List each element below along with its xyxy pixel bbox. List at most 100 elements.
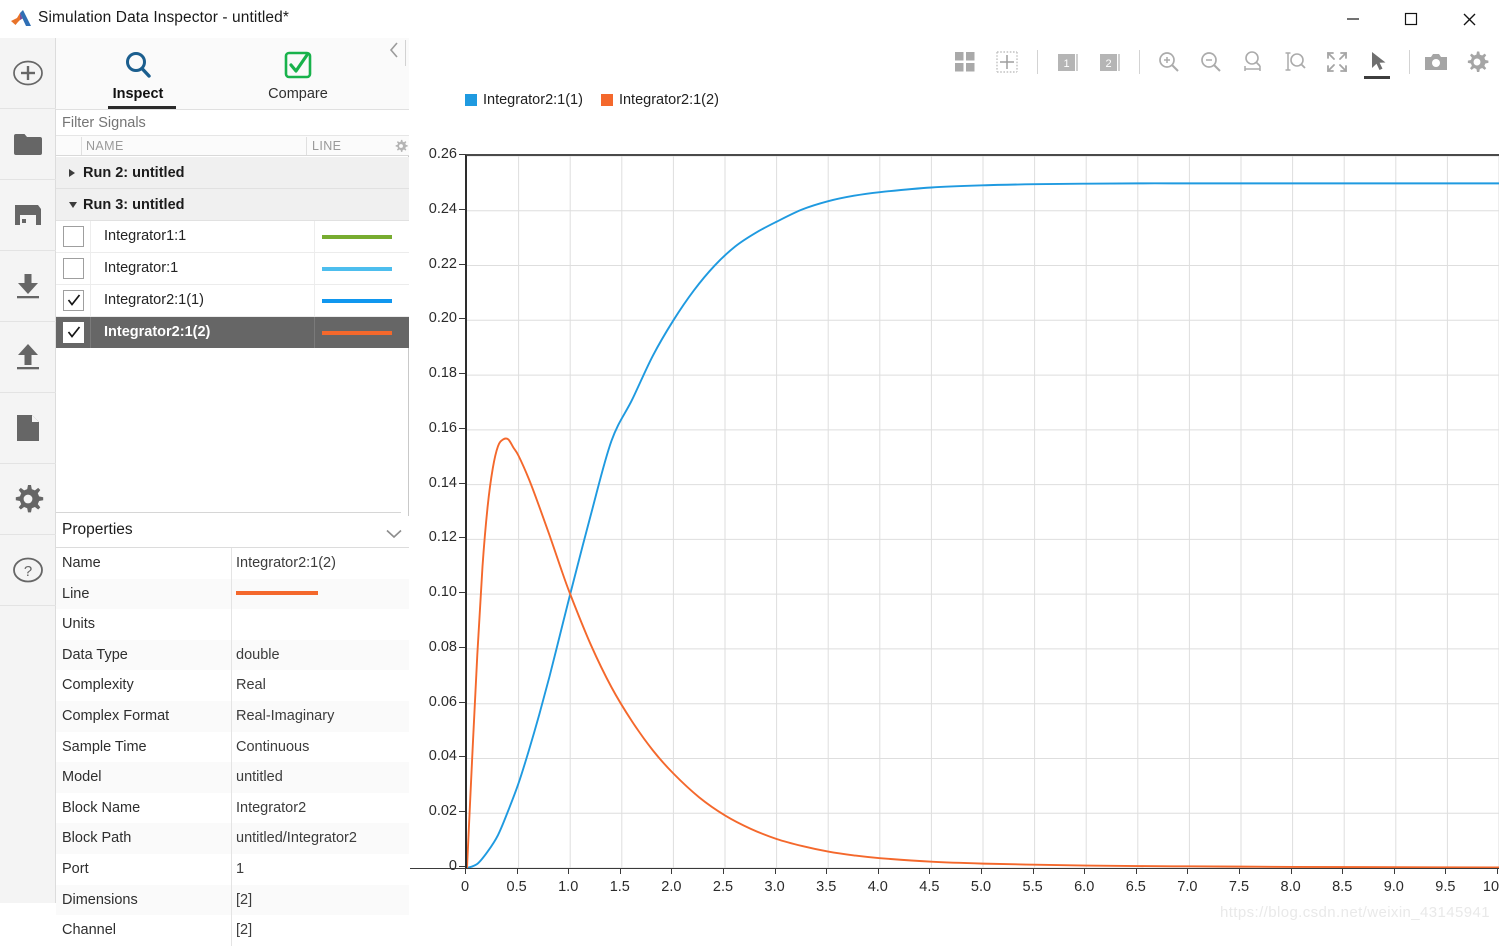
plus-circle-icon [12, 57, 44, 89]
column-settings-gear-icon[interactable] [394, 139, 408, 153]
property-value: Real-Imaginary [236, 708, 335, 724]
signal-line-swatch[interactable] [322, 331, 392, 335]
signal-name: Integrator1:1 [104, 228, 187, 244]
plot-area[interactable] [465, 154, 1499, 868]
zoom-in-button[interactable] [1152, 46, 1186, 78]
signal-row-integrator-1[interactable]: Integrator:1 [56, 253, 409, 284]
plot-canvas [467, 156, 1499, 868]
pointer-tool-button[interactable] [1362, 46, 1396, 78]
row-divider [90, 317, 91, 348]
zoom-y-button[interactable] [1278, 46, 1312, 78]
collapse-panel-button[interactable] [383, 40, 405, 64]
help-button[interactable]: ? [0, 535, 56, 606]
signal-line-swatch[interactable] [322, 299, 392, 303]
chevron-down-icon[interactable] [386, 526, 402, 544]
sparse-grid-button[interactable] [990, 46, 1024, 78]
column-header-line[interactable]: LINE [312, 136, 341, 156]
x-axis-tick-label: 2.5 [712, 879, 734, 895]
gear-icon [12, 483, 44, 515]
subplot-layout-button[interactable] [948, 46, 982, 78]
zoom-out-button[interactable] [1194, 46, 1228, 78]
property-key: Dimensions [62, 891, 138, 908]
plot-pane: 1 2 Integrator2:1(1) Integrator2:1(2) 0 … [410, 38, 1499, 921]
x-axis-tick-label: 1.5 [609, 879, 630, 895]
column-header-name[interactable]: NAME [86, 136, 124, 156]
folder-icon [12, 130, 44, 158]
property-value: Continuous [236, 738, 310, 755]
property-row-model: Model untitled [56, 762, 409, 793]
run-row-2[interactable]: Run 2: untitled [56, 157, 409, 189]
property-key: Complexity [62, 677, 134, 694]
close-button[interactable] [1446, 0, 1492, 38]
legend-label: Integrator2:1(2) [618, 92, 719, 108]
x-axis-tick-label: 10.0 [1482, 879, 1499, 895]
upload-arrow-icon [12, 342, 44, 372]
property-row-block-name: Block Name Integrator2 [56, 792, 409, 824]
property-divider [231, 701, 232, 732]
signal-row-integrator1-1[interactable]: Integrator1:1 [56, 221, 409, 252]
preferences-button[interactable] [0, 464, 56, 535]
row-divider [314, 285, 315, 316]
triangle-down-icon[interactable] [68, 201, 80, 209]
property-row-complex-format: Complex Format Real-Imaginary [56, 701, 409, 732]
signal-checkbox[interactable] [63, 258, 84, 279]
property-value: Real [236, 677, 266, 694]
filter-signals-input[interactable] [60, 113, 400, 133]
x-axis-tick-label: 5.0 [970, 879, 992, 895]
legend-label: Integrator2:1(1) [483, 92, 583, 108]
signal-line-swatch[interactable] [322, 235, 392, 239]
signal-row-integrator2-1-1[interactable]: Integrator2:1(1) [56, 285, 409, 316]
import-button[interactable] [0, 251, 56, 322]
signal-checkbox[interactable] [63, 290, 84, 311]
row-divider [90, 285, 91, 316]
signal-row-integrator2-1-2[interactable]: Integrator2:1(2) [56, 317, 409, 348]
magnifier-horizontal-icon [1241, 50, 1265, 74]
signal-checkbox[interactable] [63, 322, 84, 343]
fit-to-view-button[interactable] [1320, 46, 1354, 78]
floppy-disk-icon [12, 202, 44, 228]
new-run-button[interactable] [0, 38, 56, 109]
property-divider [231, 639, 232, 671]
open-button[interactable] [0, 109, 56, 180]
save-button[interactable] [0, 180, 56, 251]
tab-inspect[interactable]: Inspect [58, 38, 218, 110]
left-icon-rail: ? [0, 38, 56, 903]
signal-name: Integrator:1 [104, 260, 179, 276]
grid-4-squares-icon [954, 51, 976, 73]
properties-title: Properties [62, 521, 133, 538]
property-key: Complex Format [62, 708, 170, 724]
plot-settings-button[interactable] [1460, 46, 1494, 78]
export-button[interactable] [0, 322, 56, 393]
report-button[interactable] [0, 393, 56, 464]
tab-strip: Inspect Compare [56, 38, 409, 110]
triangle-right-icon[interactable] [68, 168, 80, 178]
toolbar-separator [1409, 50, 1410, 74]
minimize-button[interactable] [1330, 0, 1376, 38]
panel-divider [405, 40, 406, 66]
legend-item-1[interactable]: Integrator2:1(1) [465, 92, 583, 108]
properties-header[interactable]: Properties [56, 516, 409, 548]
axes-2-button[interactable]: 2 [1092, 46, 1126, 78]
property-row-port: Port 1 [56, 854, 409, 885]
signal-line-swatch[interactable] [322, 267, 392, 271]
question-circle-icon: ? [12, 555, 44, 585]
svg-text:2: 2 [1105, 58, 1111, 70]
axes-1-button[interactable]: 1 [1050, 46, 1084, 78]
property-line-swatch [236, 590, 318, 595]
expand-arrows-icon [1325, 50, 1349, 74]
maximize-button[interactable] [1388, 0, 1434, 38]
legend-item-2[interactable]: Integrator2:1(2) [600, 92, 719, 108]
chart[interactable]: 0 0.02 0.04 0.06 0.08 0.10 0.12 0.14 0.16 0.18 0.2… [410, 108, 1499, 921]
property-key: Name [62, 555, 101, 571]
property-key: Units [62, 616, 96, 633]
signal-list-bottom-rule [56, 512, 401, 513]
property-divider [231, 731, 232, 763]
x-axis-tick-label: 0 [460, 879, 470, 895]
signal-name: Integrator2:1(1) [104, 292, 204, 308]
zoom-x-button[interactable] [1236, 46, 1270, 78]
run-row-3[interactable]: Run 3: untitled [56, 189, 409, 221]
snapshot-button[interactable] [1419, 46, 1453, 78]
signal-checkbox[interactable] [63, 226, 84, 247]
tab-compare[interactable]: Compare [218, 38, 378, 110]
property-key: Block Path [62, 830, 132, 847]
